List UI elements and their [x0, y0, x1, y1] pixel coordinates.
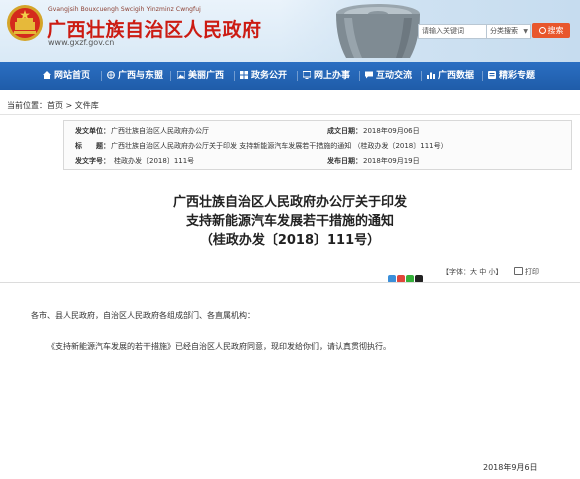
- nav-item-guangxi-data[interactable]: 广西数据: [427, 62, 474, 90]
- nav-item-label: 广西数据: [438, 71, 475, 81]
- nav-item-label: 网站首页: [54, 71, 91, 81]
- chat-icon: [365, 71, 373, 79]
- topics-icon: [488, 71, 496, 79]
- font-size-selector[interactable]: 【字体：大 中 小】: [442, 267, 502, 277]
- nav-item-online-services[interactable]: 网上办事: [303, 62, 350, 90]
- nav-item-interaction[interactable]: 互动交流: [365, 62, 412, 90]
- nav-item-label: 广西与东盟: [118, 71, 164, 81]
- nav-divider: [359, 71, 360, 81]
- nav-item-label: 互动交流: [376, 71, 413, 81]
- article-paragraph: 《支持新能源汽车发展的若干措施》已经自治区人民政府同意，现印发给你们，请认真贯彻…: [47, 342, 391, 351]
- nav-divider: [482, 71, 483, 81]
- meta-date-label: 成文日期：: [327, 127, 362, 135]
- share-bar: [388, 268, 424, 283]
- meta-issuer-label: 发文单位：: [75, 127, 110, 135]
- nav-divider: [297, 71, 298, 81]
- nav-item-label: 美丽广西: [188, 71, 225, 81]
- nav-item-home[interactable]: 网站首页: [43, 62, 90, 90]
- nav-item-government-affairs[interactable]: 政务公开: [240, 62, 287, 90]
- site-header: Gvangjsih Bouxcuengh Swcigih Yinzminz Cw…: [0, 0, 580, 62]
- breadcrumb-current-link[interactable]: 文件库: [75, 101, 99, 110]
- home-icon: [43, 71, 51, 79]
- chevron-down-icon: ▼: [523, 28, 528, 35]
- search-button[interactable]: 搜索: [532, 23, 570, 38]
- print-button[interactable]: 打印: [514, 267, 539, 277]
- site-pinyin-name: Gvangjsih Bouxcuengh Swcigih Yinzminz Cw…: [48, 6, 201, 13]
- meta-publish-label: 发布日期：: [327, 157, 362, 165]
- meta-date-value: 2018年09月06日: [363, 127, 420, 135]
- nav-divider: [234, 71, 235, 81]
- search-icon: [538, 27, 546, 34]
- site-url: www.gxzf.gov.cn: [48, 38, 115, 47]
- search-button-label: 搜索: [547, 26, 564, 35]
- search-category-label: 分类搜索: [490, 27, 518, 35]
- landscape-icon: [177, 71, 185, 79]
- nav-item-special-topics[interactable]: 精彩专题: [488, 62, 535, 90]
- nav-divider: [101, 71, 102, 81]
- breadcrumb-home-link[interactable]: 首页: [47, 101, 63, 110]
- nav-item-label: 政务公开: [251, 71, 288, 81]
- nav-item-label: 网上办事: [314, 71, 351, 81]
- nav-item-label: 精彩专题: [499, 71, 536, 81]
- meta-title-value: 广西壮族自治区人民政府办公厅关于印发 支持新能源汽车发展若干措施的通知 （桂政办…: [111, 142, 448, 150]
- monitor-icon: [303, 71, 311, 79]
- breadcrumb-divider: [0, 114, 580, 115]
- meta-publish-value: 2018年09月19日: [363, 157, 420, 165]
- search-category-select[interactable]: 分类搜索 ▼: [486, 24, 531, 39]
- article-salutation: 各市、县人民政府，自治区人民政府各组成部门、各直属机构：: [31, 311, 255, 320]
- breadcrumb-arrow: >: [63, 101, 75, 110]
- meta-number-label: 发文字号：: [75, 157, 110, 165]
- nav-item-beautiful-guangxi[interactable]: 美丽广西: [177, 62, 224, 90]
- document-meta-box: 发文单位： 广西壮族自治区人民政府办公厅 成文日期： 2018年09月06日 标…: [63, 120, 572, 170]
- grid-icon: [240, 71, 248, 79]
- nav-item-asean[interactable]: 广西与东盟: [107, 62, 163, 90]
- meta-number-value: 桂政办发〔2018〕111号: [114, 157, 195, 165]
- main-nav: 网站首页 广西与东盟 美丽广西 政务公开 网上办事 互动交流 广西数据 精彩专题: [0, 62, 580, 90]
- article-divider: [0, 282, 580, 283]
- breadcrumb-prefix: 当前位置：: [7, 101, 47, 110]
- printer-icon: [514, 267, 523, 275]
- article-date: 2018年9月6日: [483, 463, 538, 472]
- article-title-line: 广西壮族自治区人民政府办公厅关于印发: [172, 195, 407, 210]
- meta-title-label: 标 题：: [75, 142, 110, 150]
- article-title-line: 支持新能源汽车发展若干措施的通知: [185, 214, 394, 229]
- nav-divider: [421, 71, 422, 81]
- search-input[interactable]: 请输入关键词: [418, 24, 488, 39]
- globe-icon: [107, 71, 115, 79]
- meta-issuer-value: 广西壮族自治区人民政府办公厅: [111, 127, 209, 135]
- article-title: 广西壮族自治区人民政府办公厅关于印发 支持新能源汽车发展若干措施的通知 （桂政办…: [0, 193, 580, 250]
- nav-divider: [170, 71, 171, 81]
- bar-chart-icon: [427, 72, 435, 79]
- print-label: 打印: [525, 268, 539, 276]
- national-emblem-icon: [7, 5, 43, 41]
- article-title-line: （桂政办发〔2018〕111号）: [199, 233, 381, 248]
- breadcrumb: 当前位置：首页 > 文件库: [7, 100, 99, 111]
